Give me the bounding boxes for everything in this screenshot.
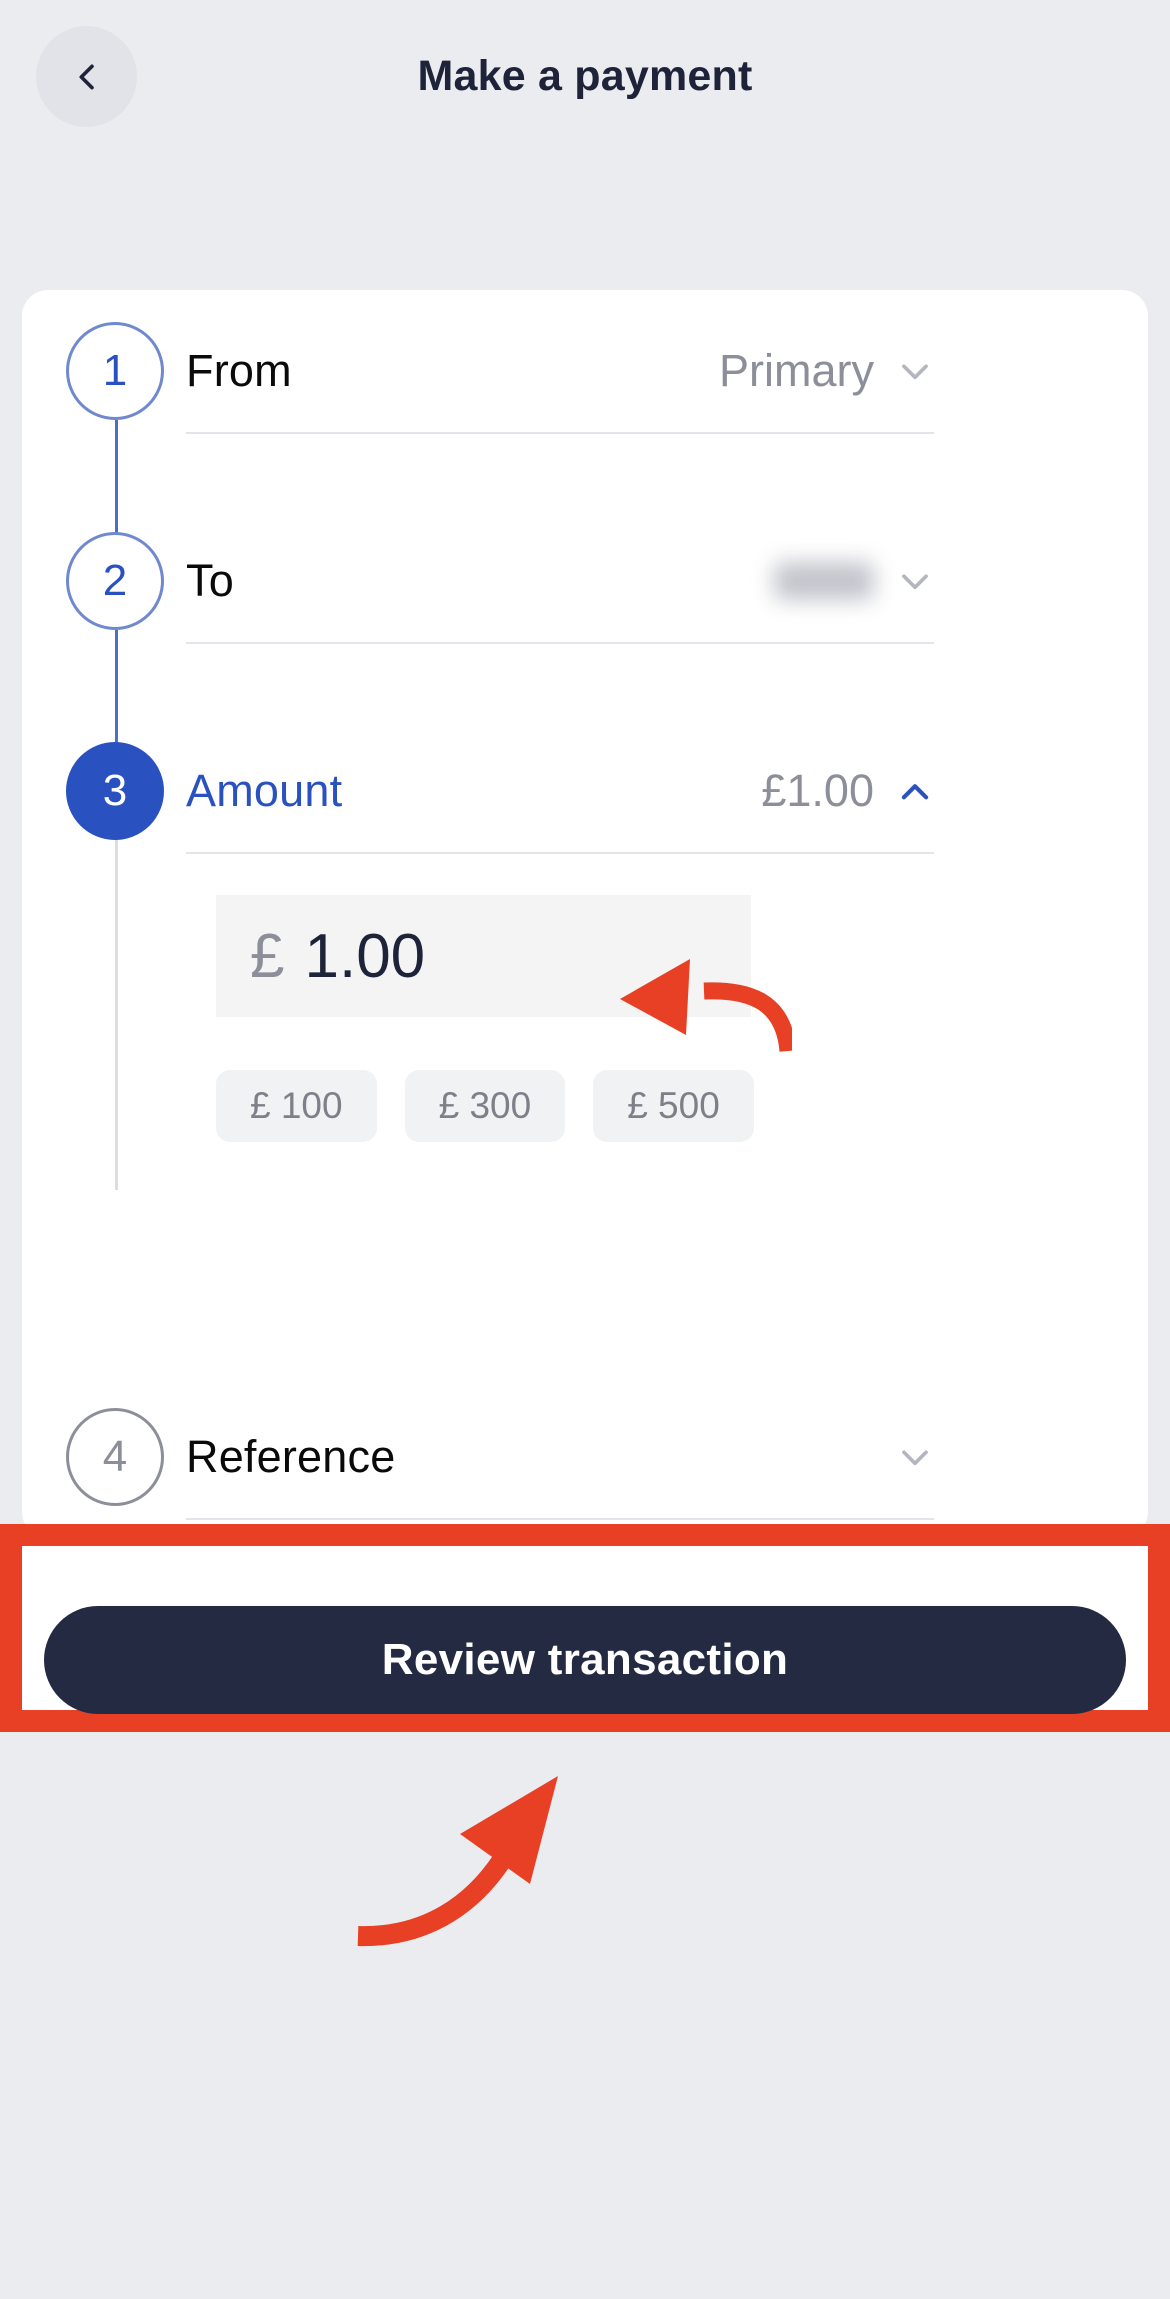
- arrow-to-review-button-icon: [357, 1776, 558, 1947]
- arrow-to-amount-field-icon: [620, 959, 792, 1053]
- app-header: Make a payment: [0, 0, 1170, 170]
- amount-value: 1.00: [304, 921, 426, 991]
- step-value-to[interactable]: [774, 562, 934, 600]
- amount-summary-value: £1.00: [761, 765, 874, 816]
- step-value-amount[interactable]: £1.00: [761, 765, 934, 817]
- step-row-amount[interactable]: Amount £1.00: [186, 742, 934, 840]
- step-number-2[interactable]: 2: [66, 532, 164, 630]
- chevron-up-icon: [901, 784, 929, 800]
- review-transaction-label: Review transaction: [381, 1635, 789, 1684]
- step-row-to[interactable]: To: [186, 532, 934, 630]
- quick-amount-chip-100[interactable]: £ 100: [216, 1070, 377, 1142]
- currency-symbol: £: [250, 921, 285, 991]
- step-number-1[interactable]: 1: [66, 322, 164, 420]
- from-account-value: Primary: [719, 345, 874, 396]
- quick-amount-chips: £ 100 £ 300 £ 500: [216, 1070, 754, 1142]
- step-value-from[interactable]: Primary: [719, 345, 934, 397]
- divider-from: [186, 432, 934, 434]
- payment-steps-card: 1 From Primary 2 To 3 Amount £1.00 £ 1.0…: [22, 290, 1148, 1538]
- page-title: Make a payment: [417, 52, 753, 100]
- chevron-down-icon: [902, 364, 928, 380]
- quick-amount-chip-500[interactable]: £ 500: [593, 1070, 754, 1142]
- step-label-from: From: [186, 345, 292, 396]
- chevron-down-icon: [902, 1450, 928, 1466]
- step-label-reference: Reference: [186, 1431, 396, 1482]
- step-number-4[interactable]: 4: [66, 1408, 164, 1506]
- step-row-reference[interactable]: Reference: [186, 1408, 934, 1506]
- divider-to: [186, 642, 934, 644]
- step-value-reference[interactable]: [896, 1438, 934, 1476]
- review-transaction-button[interactable]: Review transaction: [44, 1606, 1126, 1714]
- divider-amount: [186, 852, 934, 854]
- step-row-from[interactable]: From Primary: [186, 322, 934, 420]
- quick-amount-chip-300[interactable]: £ 300: [404, 1070, 566, 1142]
- step-label-amount: Amount: [186, 765, 343, 816]
- divider-reference: [186, 1518, 934, 1520]
- step-label-to: To: [186, 555, 234, 606]
- to-account-value-redacted: [774, 562, 874, 600]
- step-number-3[interactable]: 3: [66, 742, 164, 840]
- chevron-down-icon: [902, 574, 928, 590]
